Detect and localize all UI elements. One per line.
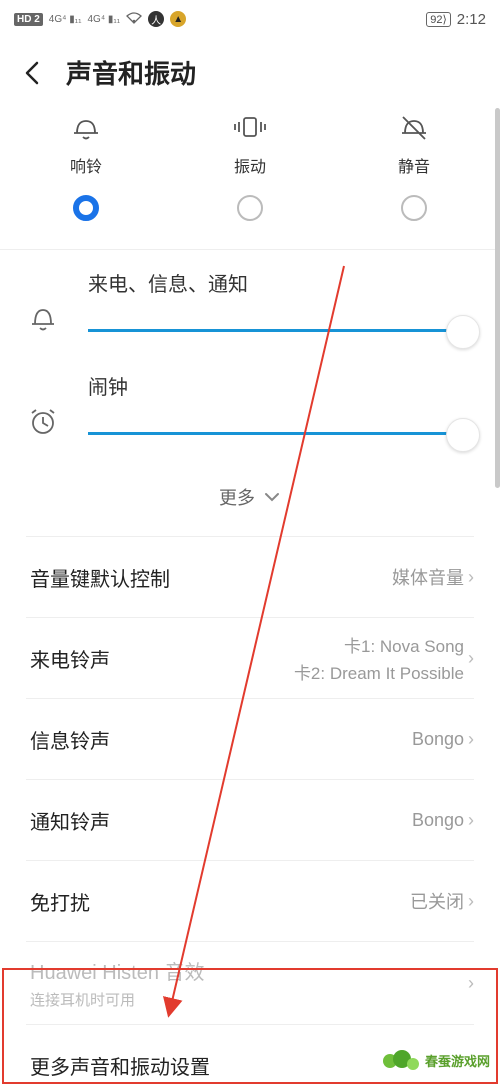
chevron-down-icon	[263, 487, 281, 508]
slider-incoming-label: 来电、信息、通知	[88, 268, 474, 297]
mode-vibrate-label: 振动	[234, 153, 266, 177]
slider-alarm: 闹钟	[26, 371, 474, 450]
status-left: HD 2 4G⁴ ▮₁₁ 4G⁴ ▮₁₁ 人 ▲	[14, 11, 186, 27]
row-ringtone[interactable]: 来电铃声 卡1: Nova Song 卡2: Dream It Possible…	[0, 618, 500, 698]
row-histen-chevron: ›	[468, 973, 474, 994]
chevron-right-icon: ›	[468, 810, 474, 831]
row-dnd[interactable]: 免打扰 已关闭›	[0, 861, 500, 941]
row-volume-key-value: 媒体音量›	[392, 564, 474, 590]
scrollbar[interactable]	[495, 108, 500, 488]
back-button[interactable]	[18, 58, 48, 88]
vibrate-icon	[233, 113, 267, 141]
row-histen: Huawei Histen 音效 连接耳机时可用 ›	[0, 942, 500, 1024]
page-header: 声音和振动	[0, 34, 500, 107]
bell-silent-icon	[399, 113, 429, 141]
clock: 2:12	[457, 11, 486, 28]
row-histen-sub: 连接耳机时可用	[30, 989, 205, 1010]
chevron-right-icon: ›	[468, 973, 474, 994]
alarm-clock-icon	[26, 371, 60, 437]
watermark: 春蚕游戏网	[379, 1044, 494, 1076]
row-message-value: Bongo›	[412, 729, 474, 750]
battery-indicator: 92⟩	[426, 12, 451, 27]
mode-silent[interactable]: 静音	[333, 113, 495, 241]
row-notify-value: Bongo›	[412, 810, 474, 831]
bell-ring-icon	[71, 113, 101, 141]
page-title: 声音和振动	[66, 54, 196, 91]
status-bar: HD 2 4G⁴ ▮₁₁ 4G⁴ ▮₁₁ 人 ▲ 92⟩ 2:12	[0, 0, 500, 34]
row-dnd-value: 已关闭›	[410, 888, 474, 914]
row-dnd-title: 免打扰	[30, 887, 90, 916]
slider-incoming-thumb[interactable]	[446, 315, 480, 349]
row-ringtone-title: 来电铃声	[30, 644, 110, 673]
signal-2: 4G⁴ ▮₁₁	[87, 14, 120, 25]
mode-ring[interactable]: 响铃	[5, 113, 167, 241]
row-histen-title: Huawei Histen 音效	[30, 956, 205, 985]
row-notify-title: 通知铃声	[30, 806, 110, 835]
chevron-right-icon: ›	[468, 729, 474, 750]
bell-icon	[26, 268, 60, 334]
mode-silent-radio[interactable]	[401, 195, 427, 221]
expand-more-label: 更多	[219, 484, 255, 510]
row-message-title: 信息铃声	[30, 725, 110, 754]
status-icon-b: ▲	[170, 11, 186, 27]
status-right: 92⟩ 2:12	[426, 11, 486, 28]
slider-incoming-track[interactable]	[88, 315, 474, 347]
mode-silent-label: 静音	[398, 153, 430, 177]
row-more-settings-title: 更多声音和振动设置	[30, 1051, 210, 1080]
row-volume-key[interactable]: 音量键默认控制 媒体音量›	[0, 537, 500, 617]
volume-sliders: 来电、信息、通知 闹钟	[0, 250, 500, 450]
expand-more[interactable]: 更多	[0, 464, 500, 536]
chevron-right-icon: ›	[468, 648, 474, 669]
chevron-right-icon: ›	[468, 567, 474, 588]
mode-vibrate-radio[interactable]	[237, 195, 263, 221]
row-ringtone-value: 卡1: Nova Song 卡2: Dream It Possible	[294, 632, 464, 684]
row-notify-tone[interactable]: 通知铃声 Bongo›	[0, 780, 500, 860]
mode-selector: 响铃 振动 静音	[0, 107, 500, 250]
slider-incoming: 来电、信息、通知	[26, 268, 474, 347]
hd-badge: HD 2	[14, 13, 43, 26]
watermark-text: 春蚕游戏网	[425, 1051, 490, 1070]
signal-1: 4G⁴ ▮₁₁	[49, 14, 82, 25]
chevron-right-icon: ›	[468, 891, 474, 912]
mode-vibrate[interactable]: 振动	[169, 113, 331, 241]
watermark-logo-icon	[383, 1046, 419, 1074]
wifi-icon	[126, 12, 142, 27]
row-volume-key-title: 音量键默认控制	[30, 563, 170, 592]
row-message-tone[interactable]: 信息铃声 Bongo›	[0, 699, 500, 779]
slider-alarm-thumb[interactable]	[446, 418, 480, 452]
status-icon-a: 人	[148, 11, 164, 27]
slider-alarm-track[interactable]	[88, 418, 474, 450]
mode-ring-radio[interactable]	[73, 195, 99, 221]
mode-ring-label: 响铃	[70, 153, 102, 177]
slider-alarm-label: 闹钟	[88, 371, 474, 400]
